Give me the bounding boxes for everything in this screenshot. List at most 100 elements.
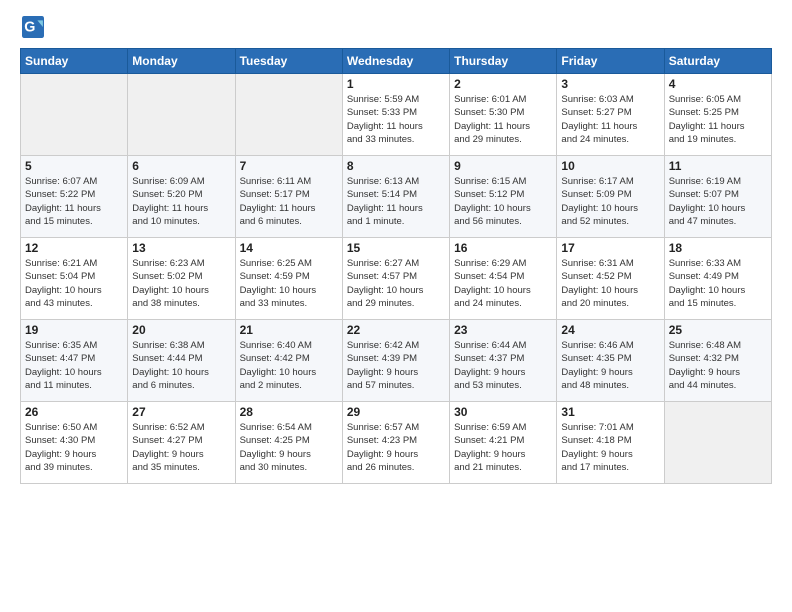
calendar-cell: 15Sunrise: 6:27 AM Sunset: 4:57 PM Dayli…: [342, 238, 449, 320]
calendar-week-row: 5 Sunrise: 6:07 AM Sunset: 5:22 PM Daylig…: [21, 156, 772, 238]
day-info: Sunrise: 6:42 AM Sunset: 4:39 PM Dayligh…: [347, 339, 445, 392]
calendar-week-row: 19Sunrise: 6:35 AM Sunset: 4:47 PM Dayli…: [21, 320, 772, 402]
day-info: Sunrise: 6:09 AM Sunset: 5:20 PM Dayligh…: [132, 175, 230, 228]
calendar-cell: 22 Sunrise: 6:42 AM Sunset: 4:39 PM Dayli…: [342, 320, 449, 402]
day-info: Sunrise: 6:13 AM Sunset: 5:14 PM Dayligh…: [347, 175, 445, 228]
day-number: 27: [132, 405, 230, 419]
day-info: Sunrise: 6:46 AM Sunset: 4:35 PM Dayligh…: [561, 339, 659, 392]
day-info: Sunrise: 6:25 AM Sunset: 4:59 PM Dayligh…: [240, 257, 338, 310]
calendar-cell: [21, 74, 128, 156]
calendar-cell: 17 Sunrise: 6:31 AM Sunset: 4:52 PM Dayli…: [557, 238, 664, 320]
weekday-header: Friday: [557, 49, 664, 74]
day-info: Sunrise: 6:23 AM Sunset: 5:02 PM Dayligh…: [132, 257, 230, 310]
day-info: Sunrise: 6:11 AM Sunset: 5:17 PM Dayligh…: [240, 175, 338, 228]
weekday-header: Thursday: [450, 49, 557, 74]
calendar-cell: 12 Sunrise: 6:21 AM Sunset: 5:04 PM Dayli…: [21, 238, 128, 320]
day-number: 18: [669, 241, 767, 255]
day-number: 12: [25, 241, 123, 255]
calendar-page: G SundayMondayTuesdayWednesdayThursdayFr…: [0, 0, 792, 612]
calendar-table: SundayMondayTuesdayWednesdayThursdayFrid…: [20, 48, 772, 484]
calendar-cell: 5 Sunrise: 6:07 AM Sunset: 5:22 PM Daylig…: [21, 156, 128, 238]
day-info: Sunrise: 6:48 AM Sunset: 4:32 PM Dayligh…: [669, 339, 767, 392]
day-number: 17: [561, 241, 659, 255]
calendar-cell: 18 Sunrise: 6:33 AM Sunset: 4:49 PM Dayli…: [664, 238, 771, 320]
header: G: [20, 16, 772, 38]
day-number: 28: [240, 405, 338, 419]
calendar-cell: 2 Sunrise: 6:01 AM Sunset: 5:30 PM Daylig…: [450, 74, 557, 156]
calendar-cell: 7Sunrise: 6:11 AM Sunset: 5:17 PM Daylig…: [235, 156, 342, 238]
calendar-cell: 1 Sunrise: 5:59 AM Sunset: 5:33 PM Daylig…: [342, 74, 449, 156]
day-info: Sunrise: 6:50 AM Sunset: 4:30 PM Dayligh…: [25, 421, 123, 474]
calendar-cell: 10Sunrise: 6:17 AM Sunset: 5:09 PM Dayli…: [557, 156, 664, 238]
day-info: Sunrise: 6:05 AM Sunset: 5:25 PM Dayligh…: [669, 93, 767, 146]
day-info: Sunrise: 6:19 AM Sunset: 5:07 PM Dayligh…: [669, 175, 767, 228]
calendar-cell: 14 Sunrise: 6:25 AM Sunset: 4:59 PM Dayli…: [235, 238, 342, 320]
calendar-week-row: 12 Sunrise: 6:21 AM Sunset: 5:04 PM Dayli…: [21, 238, 772, 320]
calendar-cell: 13 Sunrise: 6:23 AM Sunset: 5:02 PM Dayli…: [128, 238, 235, 320]
calendar-cell: 19Sunrise: 6:35 AM Sunset: 4:47 PM Dayli…: [21, 320, 128, 402]
day-info: Sunrise: 6:38 AM Sunset: 4:44 PM Dayligh…: [132, 339, 230, 392]
day-number: 6: [132, 159, 230, 173]
calendar-cell: 24 Sunrise: 6:46 AM Sunset: 4:35 PM Dayli…: [557, 320, 664, 402]
calendar-week-row: 26 Sunrise: 6:50 AM Sunset: 4:30 PM Dayli…: [21, 402, 772, 484]
day-info: Sunrise: 6:15 AM Sunset: 5:12 PM Dayligh…: [454, 175, 552, 228]
calendar-cell: 16 Sunrise: 6:29 AM Sunset: 4:54 PM Dayli…: [450, 238, 557, 320]
day-number: 14: [240, 241, 338, 255]
calendar-cell: 8 Sunrise: 6:13 AM Sunset: 5:14 PM Daylig…: [342, 156, 449, 238]
day-info: Sunrise: 6:07 AM Sunset: 5:22 PM Dayligh…: [25, 175, 123, 228]
day-number: 23: [454, 323, 552, 337]
day-info: Sunrise: 6:27 AM Sunset: 4:57 PM Dayligh…: [347, 257, 445, 310]
calendar-cell: 11 Sunrise: 6:19 AM Sunset: 5:07 PM Dayli…: [664, 156, 771, 238]
calendar-cell: [235, 74, 342, 156]
day-info: Sunrise: 6:59 AM Sunset: 4:21 PM Dayligh…: [454, 421, 552, 474]
logo-icon: G: [22, 16, 44, 38]
calendar-cell: [664, 402, 771, 484]
day-number: 2: [454, 77, 552, 91]
day-number: 8: [347, 159, 445, 173]
calendar-cell: 21Sunrise: 6:40 AM Sunset: 4:42 PM Dayli…: [235, 320, 342, 402]
calendar-cell: 4 Sunrise: 6:05 AM Sunset: 5:25 PM Daylig…: [664, 74, 771, 156]
day-number: 3: [561, 77, 659, 91]
day-info: Sunrise: 6:54 AM Sunset: 4:25 PM Dayligh…: [240, 421, 338, 474]
day-info: Sunrise: 7:01 AM Sunset: 4:18 PM Dayligh…: [561, 421, 659, 474]
calendar-cell: [128, 74, 235, 156]
day-number: 10: [561, 159, 659, 173]
day-number: 26: [25, 405, 123, 419]
day-number: 31: [561, 405, 659, 419]
weekday-header-row: SundayMondayTuesdayWednesdayThursdayFrid…: [21, 49, 772, 74]
day-number: 29: [347, 405, 445, 419]
day-number: 5: [25, 159, 123, 173]
day-number: 13: [132, 241, 230, 255]
calendar-cell: 31 Sunrise: 7:01 AM Sunset: 4:18 PM Dayli…: [557, 402, 664, 484]
calendar-cell: 23 Sunrise: 6:44 AM Sunset: 4:37 PM Dayli…: [450, 320, 557, 402]
day-info: Sunrise: 5:59 AM Sunset: 5:33 PM Dayligh…: [347, 93, 445, 146]
weekday-header: Monday: [128, 49, 235, 74]
day-number: 11: [669, 159, 767, 173]
calendar-cell: 25 Sunrise: 6:48 AM Sunset: 4:32 PM Dayli…: [664, 320, 771, 402]
day-number: 16: [454, 241, 552, 255]
day-info: Sunrise: 6:52 AM Sunset: 4:27 PM Dayligh…: [132, 421, 230, 474]
day-number: 21: [240, 323, 338, 337]
day-info: Sunrise: 6:57 AM Sunset: 4:23 PM Dayligh…: [347, 421, 445, 474]
logo: G: [20, 16, 44, 38]
day-info: Sunrise: 6:01 AM Sunset: 5:30 PM Dayligh…: [454, 93, 552, 146]
calendar-cell: 6 Sunrise: 6:09 AM Sunset: 5:20 PM Daylig…: [128, 156, 235, 238]
weekday-header: Wednesday: [342, 49, 449, 74]
day-number: 25: [669, 323, 767, 337]
day-number: 1: [347, 77, 445, 91]
day-info: Sunrise: 6:33 AM Sunset: 4:49 PM Dayligh…: [669, 257, 767, 310]
day-info: Sunrise: 6:29 AM Sunset: 4:54 PM Dayligh…: [454, 257, 552, 310]
day-number: 19: [25, 323, 123, 337]
weekday-header: Saturday: [664, 49, 771, 74]
day-info: Sunrise: 6:31 AM Sunset: 4:52 PM Dayligh…: [561, 257, 659, 310]
day-info: Sunrise: 6:03 AM Sunset: 5:27 PM Dayligh…: [561, 93, 659, 146]
day-number: 22: [347, 323, 445, 337]
day-number: 24: [561, 323, 659, 337]
weekday-header: Sunday: [21, 49, 128, 74]
day-number: 20: [132, 323, 230, 337]
weekday-header: Tuesday: [235, 49, 342, 74]
day-number: 4: [669, 77, 767, 91]
calendar-cell: 29 Sunrise: 6:57 AM Sunset: 4:23 PM Dayli…: [342, 402, 449, 484]
day-info: Sunrise: 6:21 AM Sunset: 5:04 PM Dayligh…: [25, 257, 123, 310]
day-info: Sunrise: 6:44 AM Sunset: 4:37 PM Dayligh…: [454, 339, 552, 392]
